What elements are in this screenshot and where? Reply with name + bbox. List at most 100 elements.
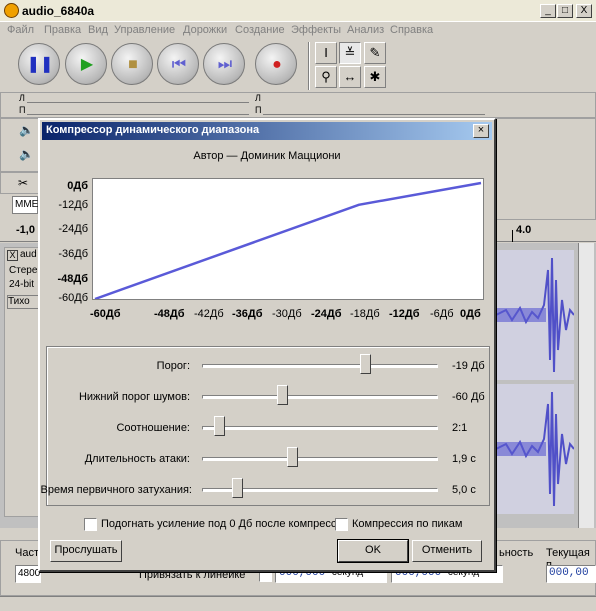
input-volume-icon[interactable]: 🔈 (19, 147, 34, 161)
waveform-right-channel-bottom[interactable] (496, 384, 574, 514)
cut-icon[interactable]: ✂ (18, 176, 28, 190)
vertical-scrollbar[interactable] (578, 243, 594, 528)
noise-floor-slider-track[interactable] (202, 395, 438, 399)
multi-tool-icon[interactable]: ✱ (364, 66, 386, 88)
pause-button[interactable]: ❚❚ (18, 43, 60, 85)
ruler-label-start: -1,0 (16, 224, 35, 236)
menu-control[interactable]: Управление (114, 24, 175, 36)
threshold-slider-track[interactable] (202, 364, 438, 368)
x-label-36: -36Дб (232, 308, 263, 320)
skip-start-button[interactable]: ⏮ (157, 43, 199, 85)
compression-curve-graph (92, 178, 484, 300)
waveform-top (496, 257, 574, 373)
play-icon: ▶ (80, 56, 94, 73)
dialog-author: Автор — Доминик Мацциони (193, 150, 341, 162)
x-label-48: -48Дб (154, 308, 185, 320)
edit-toolbar: ✂ (0, 172, 40, 194)
ok-button[interactable]: OK (337, 539, 409, 563)
minimize-button[interactable]: _ (540, 4, 556, 18)
menu-bar: Файл Правка Вид Управление Дорожки Созда… (0, 22, 596, 40)
attack-time-slider-thumb[interactable] (286, 447, 298, 473)
meter-right-label: П (19, 105, 26, 115)
transport-toolbar: ❚❚ ▶ ■ ⏮ ⏭ ● I ≚ ✎ ⚲ ↔ ✱ (0, 40, 596, 92)
cancel-button[interactable]: Отменить (412, 540, 482, 562)
output-volume-icon[interactable]: 🔈 (19, 123, 34, 137)
ratio-value: 2:1 (452, 422, 468, 434)
peak-compression-label: Компрессия по пикам (352, 518, 463, 530)
menu-edit[interactable]: Правка (44, 24, 81, 36)
preview-button[interactable]: Прослушать (50, 540, 122, 562)
play-button[interactable]: ▶ (65, 43, 107, 85)
skip-end-button[interactable]: ⏭ (203, 43, 245, 85)
meter-panel: Л П Л П (0, 92, 596, 118)
close-button[interactable]: X (576, 4, 592, 18)
current-position-field[interactable]: 000,00 (546, 565, 596, 583)
dialog-title: Компрессор динамического диапазона (46, 124, 260, 136)
waveform-right-channel-top[interactable] (496, 250, 574, 380)
menu-effects[interactable]: Эффекты (291, 24, 341, 36)
menu-view[interactable]: Вид (88, 24, 108, 36)
x-label-6: -6Дб (430, 308, 454, 320)
draw-tool-icon[interactable]: ✎ (364, 42, 386, 64)
y-label-24: -24Дб (58, 223, 88, 235)
stop-icon: ■ (128, 56, 138, 73)
maximize-button[interactable]: □ (557, 4, 573, 18)
app-icon (4, 3, 19, 18)
x-label-60: -60Дб (90, 308, 121, 320)
peak-compression-checkbox[interactable] (335, 518, 348, 531)
window-titlebar: audio_6840a _ □ X (0, 0, 596, 22)
track-name[interactable]: aud (20, 249, 37, 260)
menu-generate[interactable]: Создание (235, 24, 285, 36)
menu-file[interactable]: Файл (7, 24, 34, 36)
stop-button[interactable]: ■ (111, 43, 153, 85)
pause-icon: ❚❚ (26, 56, 54, 73)
project-rate-label: Част (15, 547, 39, 559)
current-position-value: 000,00 (549, 567, 589, 579)
noise-floor-value: -60 Дб (452, 391, 485, 403)
window-title: audio_6840a (22, 4, 95, 18)
y-label-12: -12Дб (58, 199, 88, 211)
track-close-button[interactable]: X (7, 250, 18, 261)
track-info-channels: Стере (9, 265, 38, 276)
toolbar-separator (308, 42, 310, 90)
compression-curve-line (94, 181, 482, 299)
dialog-close-button[interactable]: × (473, 124, 489, 138)
compressor-dialog: Компрессор динамического диапазона × Авт… (38, 118, 496, 572)
zoom-tool-icon[interactable]: ⚲ (315, 66, 337, 88)
mixer-toolbar: 🔈 🔈 (0, 118, 40, 172)
noise-floor-slider-thumb[interactable] (277, 385, 289, 411)
record-meter[interactable] (263, 95, 485, 115)
makeup-gain-checkbox[interactable] (84, 518, 97, 531)
record-icon: ● (272, 56, 282, 73)
track-mute-button[interactable]: Тихо (7, 295, 39, 309)
dialog-titlebar: Компрессор динамического диапазона × (42, 122, 492, 140)
ratio-slider-thumb[interactable] (213, 416, 225, 442)
waveform-bottom (496, 391, 574, 507)
menu-analyze[interactable]: Анализ (347, 24, 384, 36)
record-meter-left-label: Л (255, 93, 261, 103)
threshold-slider-thumb[interactable] (359, 354, 371, 380)
y-label-36: -36Дб (58, 248, 88, 260)
device-select[interactable]: MME (12, 196, 38, 214)
record-button[interactable]: ● (255, 43, 297, 85)
x-label-18: -18Дб (350, 308, 380, 320)
x-label-12: -12Дб (389, 308, 420, 320)
track-control-panel: X aud Стере 24-bit Тихо (4, 247, 40, 517)
playback-meter-left[interactable] (27, 95, 249, 103)
playback-meter-right[interactable] (27, 107, 249, 115)
threshold-value: -19 Дб (452, 360, 485, 372)
timeshift-tool-icon[interactable]: ↔ (339, 66, 361, 88)
attack-time-label: Длительность атаки: (84, 453, 190, 465)
decay-time-slider-thumb[interactable] (232, 478, 244, 504)
attack-time-slider-track[interactable] (202, 457, 438, 461)
x-label-0: 0Дб (460, 308, 481, 320)
menu-tracks[interactable]: Дорожки (183, 24, 227, 36)
selection-tool-icon[interactable]: I (315, 42, 337, 64)
ratio-label: Соотношение: (116, 422, 190, 434)
record-meter-right-label: П (255, 105, 262, 115)
status-bar (0, 596, 596, 611)
ratio-slider-track[interactable] (202, 426, 438, 430)
menu-help[interactable]: Справка (390, 24, 433, 36)
envelope-tool-icon[interactable]: ≚ (339, 42, 361, 64)
makeup-gain-label: Подогнать усиление под 0 Дб после компре… (101, 518, 349, 530)
